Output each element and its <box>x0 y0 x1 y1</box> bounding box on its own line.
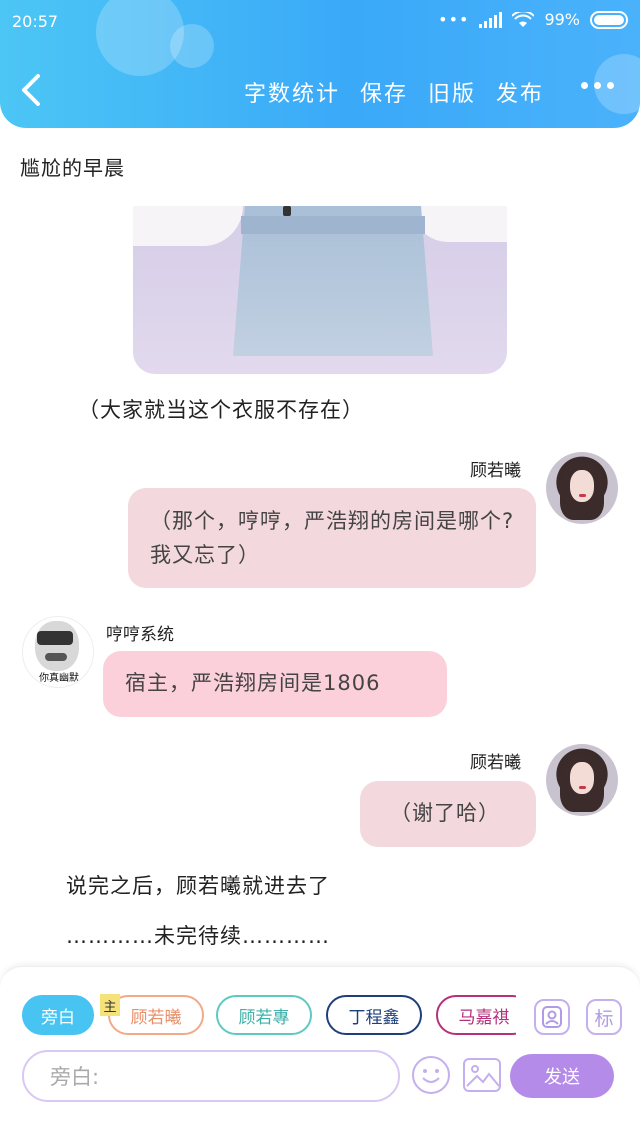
avatar-caption: 你真幽默 <box>39 673 79 684</box>
image-icon[interactable] <box>463 1058 501 1092</box>
role-chip-list[interactable]: 旁白 顾若曦 顾若專 丁程鑫 马嘉祺 <box>22 995 516 1039</box>
story-title: 尴尬的早晨 <box>20 156 125 180</box>
battery-icon <box>590 10 628 29</box>
avatar[interactable] <box>546 452 618 524</box>
wifi-icon <box>512 11 535 27</box>
avatar[interactable]: 你真幽默 <box>22 616 94 688</box>
story-photo[interactable] <box>133 206 507 374</box>
header-nav: 字数统计 保存 旧版 发布 <box>244 76 544 108</box>
message-text: （谢了哈） <box>390 801 500 825</box>
main-role-tag: 主 <box>100 994 120 1016</box>
back-icon <box>22 74 40 106</box>
contact-icon <box>542 1006 562 1028</box>
app-header: 20:57 ••• 99% 字数统计 保存 旧版 发布 <box>0 0 640 128</box>
message-text: 宿主，严浩翔房间是1806 <box>125 671 381 695</box>
publish-button[interactable]: 发布 <box>496 76 544 108</box>
avatar[interactable] <box>546 744 618 816</box>
speaker-name: 顾若曦 <box>470 461 521 481</box>
role-chip[interactable]: 马嘉祺 <box>436 995 516 1035</box>
old-version-button[interactable]: 旧版 <box>428 76 476 108</box>
message-bubble[interactable]: 宿主，严浩翔房间是1806 <box>103 651 447 717</box>
more-dots-icon: ••• <box>438 10 470 29</box>
role-chip[interactable]: 顾若曦 <box>108 995 204 1035</box>
status-time: 20:57 <box>12 12 59 31</box>
back-button[interactable] <box>18 72 52 112</box>
contact-button[interactable] <box>534 999 570 1035</box>
narration-text: 说完之后，顾若曦就进去了 <box>66 874 330 898</box>
input-placeholder: 旁白: <box>50 1065 100 1089</box>
role-chip-narration[interactable]: 旁白 <box>22 995 94 1035</box>
tag-button[interactable]: 标 <box>586 999 622 1035</box>
message-bubble[interactable]: （谢了哈） <box>360 781 536 847</box>
role-chip[interactable]: 丁程鑫 <box>326 995 422 1035</box>
message-text: （那个，哼哼，严浩翔的房间是哪个?我又忘了） <box>150 509 515 567</box>
narration-caption: （大家就当这个衣服不存在） <box>78 398 364 422</box>
signal-icon <box>479 11 503 28</box>
battery-percent: 99% <box>544 10 580 29</box>
message-input[interactable]: 旁白: <box>22 1050 400 1102</box>
speaker-name: 顾若曦 <box>470 753 521 773</box>
status-icons: ••• 99% <box>438 10 628 29</box>
more-icon[interactable] <box>581 82 614 89</box>
speaker-name: 哼哼系统 <box>106 625 174 645</box>
role-chip[interactable]: 顾若專 <box>216 995 312 1035</box>
status-bar: 20:57 ••• 99% <box>12 10 628 36</box>
message-bubble[interactable]: （那个，哼哼，严浩翔的房间是哪个?我又忘了） <box>128 488 536 588</box>
save-button[interactable]: 保存 <box>360 76 408 108</box>
word-count-button[interactable]: 字数统计 <box>244 76 340 108</box>
send-button[interactable]: 发送 <box>510 1054 614 1098</box>
emoji-icon[interactable] <box>412 1056 450 1094</box>
to-be-continued: …………未完待续………… <box>66 924 330 948</box>
